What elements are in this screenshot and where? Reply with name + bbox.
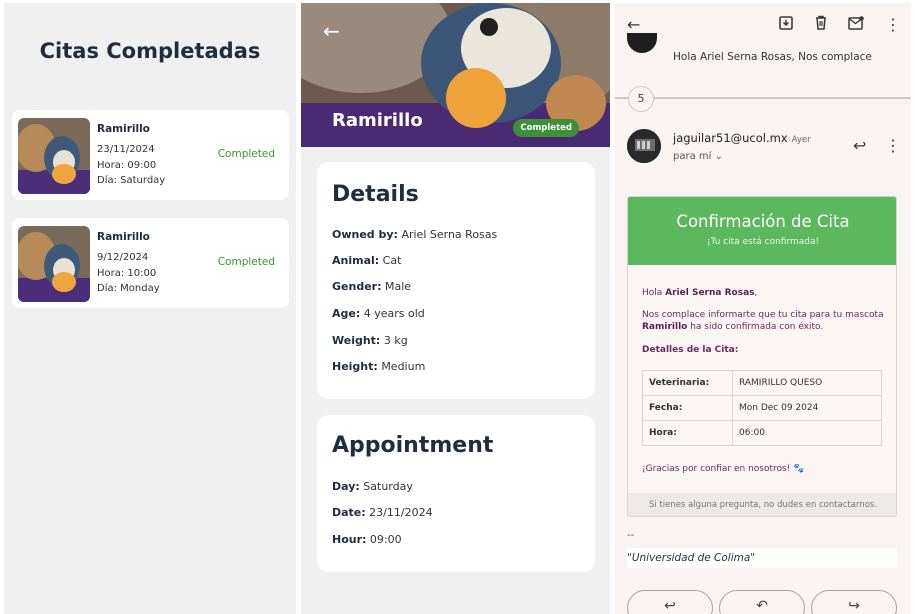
reply-all-icon: ↶ xyxy=(756,598,768,614)
sender-avatar xyxy=(627,129,661,163)
detail-owner: Owned by: Ariel Serna Rosas xyxy=(332,228,498,241)
back-arrow-icon[interactable]: ← xyxy=(323,19,340,43)
status-label: Completed xyxy=(217,256,275,268)
email-content: Hola Ariel Serna Rosas, Nos complace inf… xyxy=(628,265,896,493)
more-vert-icon[interactable]: ⋮ xyxy=(885,15,901,34)
pet-thumbnail xyxy=(18,226,90,302)
detail-age: Age: 4 years old xyxy=(332,307,425,320)
reply-icon: ↩ xyxy=(664,598,676,614)
details-heading: Detalles de la Cita: xyxy=(642,345,739,355)
email-footer: Si tienes alguna pregunta, no dudes en c… xyxy=(628,493,896,516)
table-row: Hora: 06:00 xyxy=(642,420,882,446)
reply-button[interactable]: ↩ xyxy=(627,590,713,614)
detail-gender: Gender: Male xyxy=(332,280,412,293)
email-header-banner: Confirmación de Cita ¡Tu cita está confi… xyxy=(628,197,896,265)
email-screen: ← ⋮ Hola Ariel Serna Rosas, Nos complace… xyxy=(615,3,911,614)
previous-message-snippet[interactable]: Hola Ariel Serna Rosas, Nos complace xyxy=(673,51,872,63)
details-card: Details Owned by: Ariel Serna Rosas Anim… xyxy=(317,162,595,399)
details-table: Veterinaria: RAMIRILLO QUESO Fecha: Mon De… xyxy=(642,370,882,446)
details-heading: Details xyxy=(332,182,419,207)
appointment-hour: Hour: 09:00 xyxy=(332,533,402,546)
appointment-card[interactable]: Ramirillo 23/11/2024 Hora: 09:00 Día: Sa… xyxy=(12,110,289,200)
body-line-1: Nos complace informarte que tu cita para… xyxy=(642,310,884,320)
mark-unread-icon[interactable] xyxy=(848,15,864,34)
detail-animal: Animal: Cat xyxy=(332,254,402,267)
table-row: Veterinaria: RAMIRILLO QUESO xyxy=(642,370,882,396)
recipient-toggle[interactable]: para mí ⌄ xyxy=(673,151,723,162)
received-time: Ayer xyxy=(791,135,811,145)
back-arrow-icon[interactable]: ← xyxy=(627,15,640,34)
appointment-time: Hora: 09:00 xyxy=(97,160,157,171)
pet-name: Ramirillo xyxy=(332,110,423,131)
trash-icon[interactable] xyxy=(814,15,828,34)
completed-appointments-screen: Citas Completadas Ramirillo 23/11/2024 H… xyxy=(4,3,296,614)
pet-name: Ramirillo xyxy=(97,123,150,135)
more-vert-icon[interactable]: ⋮ xyxy=(885,136,901,155)
archive-icon[interactable] xyxy=(779,15,793,34)
sender-email: jaguilar51@ucol.mx Ayer xyxy=(673,131,811,145)
collapsed-count[interactable]: 5 xyxy=(628,86,654,112)
email-subtitle: ¡Tu cita está confirmada! xyxy=(706,237,820,247)
appointment-time: Hora: 10:00 xyxy=(97,268,157,279)
appointment-card[interactable]: Ramirillo 9/12/2024 Hora: 10:00 Día: Mon… xyxy=(12,218,289,308)
pet-name: Ramirillo xyxy=(97,231,150,243)
pet-thumbnail xyxy=(18,118,90,194)
thanks-line: ¡Gracias por confiar en nosotros! 🐾 xyxy=(642,464,805,474)
table-row: Fecha: Mon Dec 09 2024 xyxy=(642,395,882,421)
body-line-2: Ramirillo ha sido confirmada con éxito. xyxy=(642,322,824,332)
appointment-card: Appointment Day: Saturday Date: 23/11/20… xyxy=(317,415,595,572)
appointment-day: Día: Monday xyxy=(97,283,160,294)
appointment-date: 23/11/2024 xyxy=(97,144,155,155)
appointment-day: Day: Saturday xyxy=(332,480,413,493)
appointment-date: 9/12/2024 xyxy=(97,252,149,263)
forward-icon: ↪ xyxy=(848,598,860,614)
status-label: Completed xyxy=(217,148,275,160)
detail-height: Height: Medium xyxy=(332,360,426,373)
appointment-day: Día: Saturday xyxy=(97,175,166,186)
email-title: Confirmación de Cita xyxy=(676,212,850,231)
reply-all-button[interactable]: ↶ xyxy=(719,590,805,614)
appointment-heading: Appointment xyxy=(332,433,494,458)
avatar xyxy=(627,33,657,53)
status-badge: Completed xyxy=(513,119,579,137)
signature-separator: -- xyxy=(627,530,635,541)
reply-icon[interactable]: ↩ xyxy=(853,136,866,155)
page-title: Citas Completadas xyxy=(39,39,261,63)
detail-weight: Weight: 3 kg xyxy=(332,334,408,347)
email-body-card: Confirmación de Cita ¡Tu cita está confi… xyxy=(627,196,897,517)
forward-button[interactable]: ↪ xyxy=(811,590,897,614)
greeting: Hola Ariel Serna Rosas, xyxy=(642,288,758,298)
pet-detail-screen: ← Ramirillo Completed Details Owned by: … xyxy=(301,3,610,614)
signature: "Universidad de Colima" xyxy=(627,548,897,568)
chevron-down-icon: ⌄ xyxy=(714,151,723,162)
appointment-date: Date: 23/11/2024 xyxy=(332,506,433,519)
collapsed-messages-divider xyxy=(615,97,911,99)
